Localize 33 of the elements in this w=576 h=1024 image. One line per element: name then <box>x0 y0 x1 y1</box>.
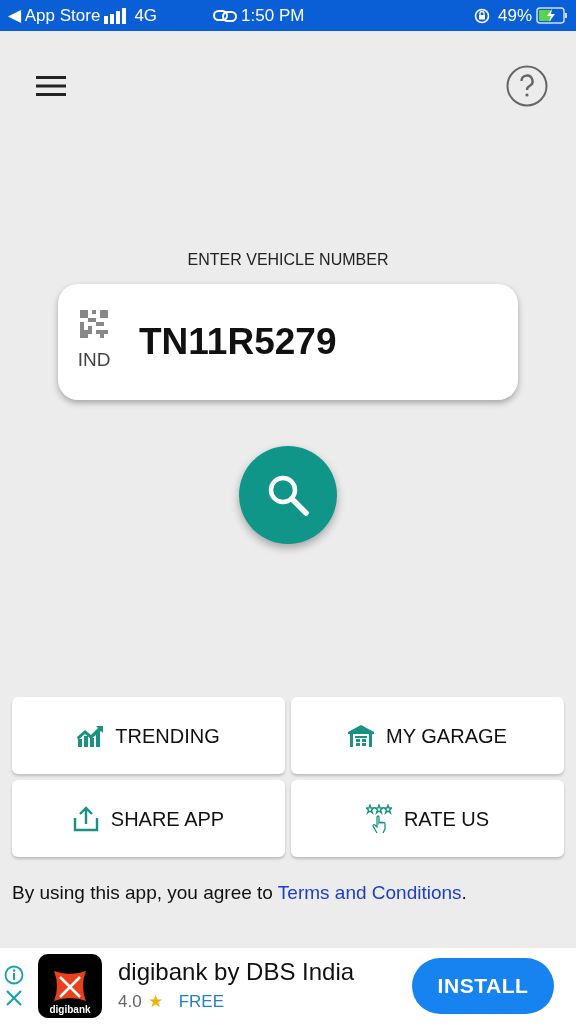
price-label: FREE <box>178 991 224 1014</box>
app-name: digibank by DBS India <box>118 957 355 988</box>
rating: 4.0 <box>118 991 142 1014</box>
battery-percent: 49% <box>497 4 532 27</box>
warehouse-icon <box>348 724 375 747</box>
plate-field[interactable]: IND TN11R5279 <box>58 284 518 400</box>
back-link[interactable]: ◀ App Store <box>8 2 101 29</box>
upload-icon <box>72 805 99 832</box>
help-icon[interactable] <box>506 65 548 107</box>
terms-text: By using this app, you agree to Terms and Conditions. <box>11 881 468 905</box>
link-icon <box>213 8 238 23</box>
battery-icon <box>536 7 568 24</box>
network-label: 4G <box>134 4 158 27</box>
menu-tile[interactable]: SHARE APP <box>12 780 285 857</box>
rotation-lock-icon <box>473 7 490 24</box>
vehicle-number: TN11R5279 <box>139 320 337 365</box>
qr-code-icon <box>80 309 108 338</box>
menu-tile[interactable]: RATE US <box>291 780 564 857</box>
clock: 1:50 PM <box>241 4 305 27</box>
terms-link[interactable]: Terms and Conditions <box>277 882 462 903</box>
menu-tile[interactable]: MY GARAGE <box>291 697 564 774</box>
logo-text: digibank <box>49 1005 91 1015</box>
chart-arrow-icon <box>77 724 104 747</box>
install-button[interactable]: INSTALL <box>412 958 554 1014</box>
prompt-label: ENTER VEHICLE NUMBER <box>187 250 389 270</box>
menu-icon[interactable] <box>36 75 66 97</box>
star-icon: ★ <box>147 989 163 1015</box>
search-button[interactable] <box>239 446 337 544</box>
stars-hand-icon <box>365 803 392 834</box>
close-icon[interactable] <box>5 989 23 1007</box>
info-icon[interactable] <box>4 965 24 985</box>
menu-tile[interactable]: TRENDING <box>12 697 285 774</box>
country-code: IND <box>77 347 111 372</box>
